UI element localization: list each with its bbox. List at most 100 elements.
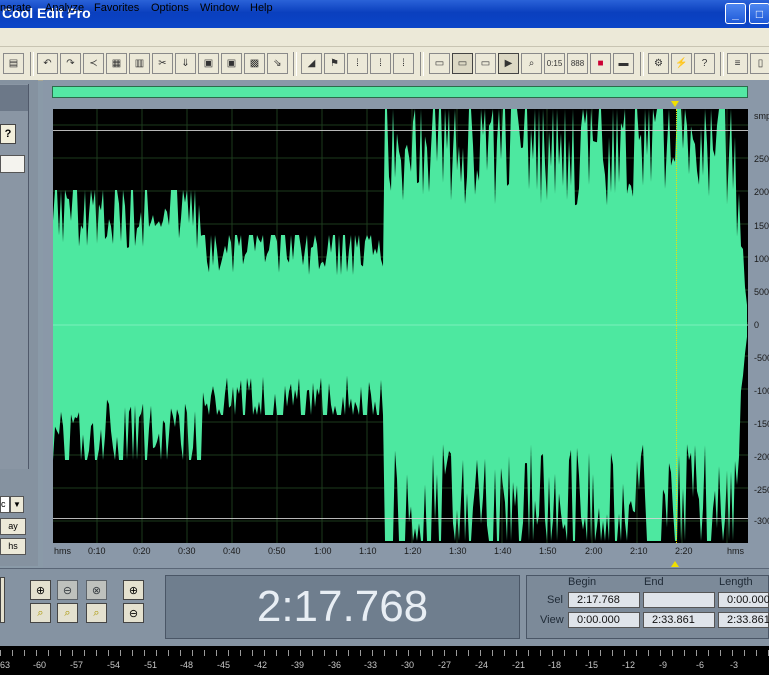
repeat-icon[interactable]: ≺ xyxy=(83,53,104,74)
paste-icon[interactable]: ⇓ xyxy=(175,53,196,74)
play-icon[interactable]: ▶ xyxy=(498,53,519,74)
time-icon[interactable]: 0:15 xyxy=(544,53,565,74)
zoom-selection-icon[interactable]: ⌕ xyxy=(86,603,107,623)
copy-new-icon[interactable]: ▥ xyxy=(129,53,150,74)
meter-label: -48 xyxy=(180,660,194,670)
undo-icon[interactable]: ↶ xyxy=(37,53,58,74)
zoom-full-icon[interactable]: ⊗ xyxy=(86,580,107,600)
meter-label: -51 xyxy=(144,660,158,670)
left-input[interactable] xyxy=(0,155,25,173)
settings-icon[interactable]: ⚙ xyxy=(648,53,669,74)
meter-label: 63 xyxy=(0,660,11,670)
waveform-svg xyxy=(53,109,748,543)
maximize-button[interactable]: □ xyxy=(749,3,769,24)
zoom-out-vertical-icon[interactable]: ⊖ xyxy=(123,603,144,623)
menu-help[interactable]: Help xyxy=(250,2,273,14)
menu-window[interactable]: Window xyxy=(200,2,239,14)
left-transport-edge[interactable] xyxy=(0,577,5,623)
playhead-top-marker[interactable] xyxy=(671,101,679,107)
y-tick-label: -300 xyxy=(754,516,769,526)
zoom-left-icon[interactable]: ⌕ xyxy=(30,603,51,623)
menu-generate[interactable]: nerate xyxy=(0,2,31,14)
zoom-icon[interactable]: ⌕ xyxy=(521,53,542,74)
copy-icon[interactable]: ▦ xyxy=(106,53,127,74)
grid2-icon[interactable]: ⁞ xyxy=(370,53,391,74)
left-play-button[interactable]: ay xyxy=(0,518,26,535)
spectral-icon[interactable]: ■ xyxy=(590,53,611,74)
toolbar-separator xyxy=(293,52,297,76)
left-combo[interactable]: c xyxy=(0,496,10,513)
grid1-icon[interactable]: ⁞ xyxy=(347,53,368,74)
extra-icon[interactable]: ▯ xyxy=(750,53,769,74)
menu-analyze[interactable]: Analyze xyxy=(45,2,84,14)
overview-bar[interactable] xyxy=(52,86,748,98)
mix-paste-icon[interactable]: ▣ xyxy=(221,53,242,74)
chevron-down-icon[interactable]: ▼ xyxy=(10,496,24,513)
time-tick-label: 0:40 xyxy=(223,546,241,556)
save-icon[interactable]: ▤ xyxy=(3,53,24,74)
redo-icon[interactable]: ↷ xyxy=(60,53,81,74)
levels-icon[interactable]: ≡ xyxy=(727,53,748,74)
playhead-bottom-marker[interactable] xyxy=(671,561,679,567)
y-tick-label: -1500 xyxy=(754,419,769,429)
view-begin-field[interactable]: 0:00.000 xyxy=(568,612,640,628)
meter-label: -18 xyxy=(548,660,562,670)
sel-length-field[interactable]: 0:00.000 xyxy=(718,592,769,608)
menu-bar xyxy=(0,28,769,47)
meter-label: -42 xyxy=(254,660,268,670)
y-tick-label: -2500 xyxy=(754,485,769,495)
zoom-out-icon[interactable]: ⊖ xyxy=(57,580,78,600)
menu-favorites[interactable]: Favorites xyxy=(94,2,139,14)
axis-unit: smp xyxy=(754,111,769,121)
playhead-line[interactable] xyxy=(676,109,678,543)
samples-icon[interactable]: 888 xyxy=(567,53,588,74)
waveform-display[interactable] xyxy=(53,109,748,543)
time-tick-label: 1:40 xyxy=(494,546,512,556)
view-end-field[interactable]: 2:33.861 xyxy=(643,612,715,628)
meter-label: -45 xyxy=(217,660,231,670)
toolbar-separator xyxy=(30,52,34,76)
zoom-right-icon[interactable]: ⌕ xyxy=(57,603,78,623)
y-tick-label: 2000 xyxy=(754,187,769,197)
envelope-icon[interactable]: ◢ xyxy=(301,53,322,74)
time-tick-label: 1:50 xyxy=(539,546,557,556)
view-icon[interactable]: ▬ xyxy=(613,53,634,74)
grid3-icon[interactable]: ⁞ xyxy=(393,53,414,74)
flag-icon[interactable]: ⚑ xyxy=(324,53,345,74)
cut-icon[interactable]: ✂ xyxy=(152,53,173,74)
y-tick-label: 0 xyxy=(754,320,760,330)
sel-end-field[interactable] xyxy=(643,592,715,608)
multitrack-view-icon[interactable]: ▭ xyxy=(429,53,450,74)
meter-label: -6 xyxy=(696,660,705,670)
paste-mono-icon[interactable]: ▩ xyxy=(244,53,265,74)
meter-label: -57 xyxy=(70,660,84,670)
minimize-button[interactable]: _ xyxy=(725,3,746,24)
time-tick-label: 0:30 xyxy=(178,546,196,556)
help-icon[interactable]: ? xyxy=(694,53,715,74)
header-length: Length xyxy=(719,576,753,588)
left-tab-button[interactable]: hs xyxy=(0,538,26,555)
header-end: End xyxy=(644,576,664,588)
view-length-field[interactable]: 2:33.861 xyxy=(718,612,769,628)
time-tick-label: 1:30 xyxy=(449,546,467,556)
bolt-icon[interactable]: ⚡ xyxy=(671,53,692,74)
cd-view-icon[interactable]: ▭ xyxy=(475,53,496,74)
time-tick-label: 2:20 xyxy=(675,546,693,556)
edit-view-icon[interactable]: ▭ xyxy=(452,53,473,74)
time-tick-label: 1:20 xyxy=(404,546,422,556)
left-help-button[interactable]: ? xyxy=(0,124,16,144)
meter-label: -9 xyxy=(659,660,668,670)
time-tick-label: 2:10 xyxy=(630,546,648,556)
zoom-in-icon[interactable]: ⊕ xyxy=(30,580,51,600)
paste-new-icon[interactable]: ▣ xyxy=(198,53,219,74)
meter-label: -39 xyxy=(291,660,305,670)
time-tick-label: 1:00 xyxy=(314,546,332,556)
view-label: View xyxy=(540,614,564,626)
y-tick-label: -1000 xyxy=(754,386,769,396)
time-end-label: hms xyxy=(727,546,745,556)
sel-begin-field[interactable]: 2:17.768 xyxy=(568,592,640,608)
zoom-in-vertical-icon[interactable]: ⊕ xyxy=(123,580,144,600)
trim-icon[interactable]: ⇘ xyxy=(267,53,288,74)
menu-options[interactable]: Options xyxy=(151,2,189,14)
y-tick-label: 2500 xyxy=(754,154,769,164)
